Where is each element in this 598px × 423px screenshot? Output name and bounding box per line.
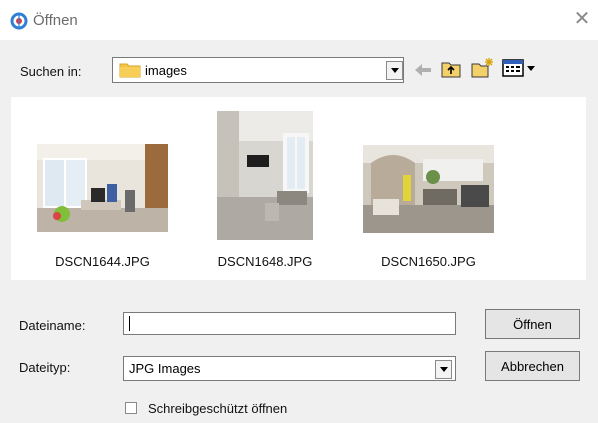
filename-input[interactable]	[123, 312, 456, 335]
readonly-label[interactable]: Schreibgeschützt öffnen	[148, 401, 287, 416]
cancel-button[interactable]: Abbrechen	[485, 351, 580, 381]
app-icon	[10, 12, 28, 30]
filetype-label: Dateityp:	[19, 360, 71, 375]
file-name[interactable]: DSCN1650.JPG	[363, 254, 494, 269]
text-caret	[129, 316, 130, 331]
file-name[interactable]: DSCN1644.JPG	[37, 254, 168, 269]
chevron-down-icon	[439, 367, 448, 372]
filetype-value: JPG Images	[129, 361, 201, 376]
view-menu-icon[interactable]	[502, 58, 538, 78]
lookin-dropdown-button[interactable]	[386, 61, 403, 80]
lookin-value: images	[145, 63, 187, 78]
thumbnail-image[interactable]	[217, 111, 313, 240]
close-icon[interactable]: ✕	[572, 9, 592, 29]
new-folder-icon[interactable]	[470, 56, 494, 80]
thumbnail-image[interactable]	[363, 145, 494, 233]
open-button[interactable]: Öffnen	[485, 309, 580, 339]
up-folder-icon[interactable]	[440, 58, 462, 80]
folder-icon	[119, 61, 141, 78]
back-icon[interactable]	[413, 62, 433, 78]
title-bar	[0, 0, 598, 40]
filetype-dropdown-button[interactable]	[435, 360, 452, 379]
file-name[interactable]: DSCN1648.JPG	[205, 254, 325, 269]
chevron-down-icon	[390, 68, 399, 73]
lookin-combo[interactable]: images	[112, 57, 404, 83]
lookin-label: Suchen in:	[20, 64, 82, 79]
readonly-checkbox[interactable]	[125, 402, 137, 414]
window-title: Öffnen	[33, 12, 78, 29]
filetype-combo[interactable]: JPG Images	[123, 356, 456, 381]
filename-label: Dateiname:	[19, 318, 86, 333]
thumbnail-image[interactable]	[37, 144, 168, 232]
